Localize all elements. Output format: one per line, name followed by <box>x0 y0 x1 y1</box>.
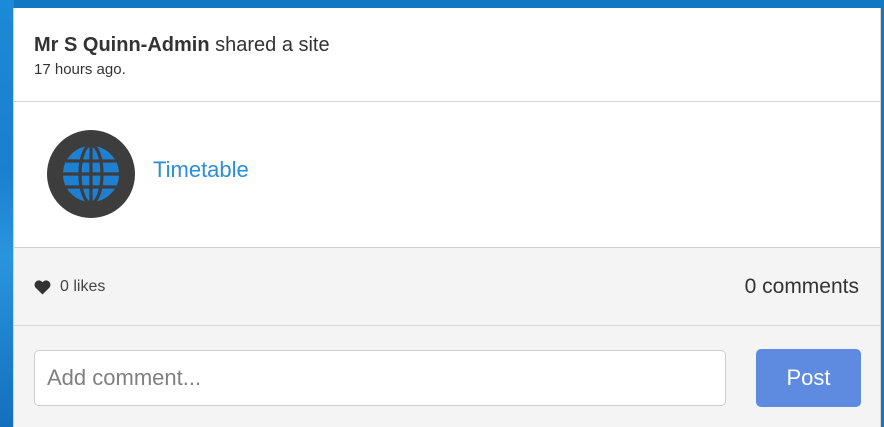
desktop-background <box>0 0 14 427</box>
comments-count[interactable]: 0 comments <box>745 275 859 299</box>
card-header: Mr S Quinn-Admin shared a site 17 hours … <box>14 8 880 102</box>
comment-input[interactable] <box>34 350 726 406</box>
site-link[interactable]: Timetable <box>153 155 249 185</box>
likes-control[interactable]: 0 likes <box>34 278 105 296</box>
post-timestamp: 17 hours ago. <box>34 61 126 78</box>
likes-count: 0 likes <box>60 278 106 295</box>
card-footer: Post <box>14 326 880 427</box>
post-headline: Mr S Quinn-Admin shared a site <box>34 33 880 57</box>
globe-icon[interactable] <box>46 129 136 219</box>
author-name[interactable]: Mr S Quinn-Admin <box>34 34 210 56</box>
card-body: Timetable <box>14 102 880 248</box>
activity-card: Mr S Quinn-Admin shared a site 17 hours … <box>13 8 881 427</box>
post-button[interactable]: Post <box>756 349 861 407</box>
card-stats: 0 likes 0 comments <box>14 248 880 326</box>
heart-icon[interactable] <box>34 279 51 295</box>
post-action: shared a site <box>209 34 330 56</box>
